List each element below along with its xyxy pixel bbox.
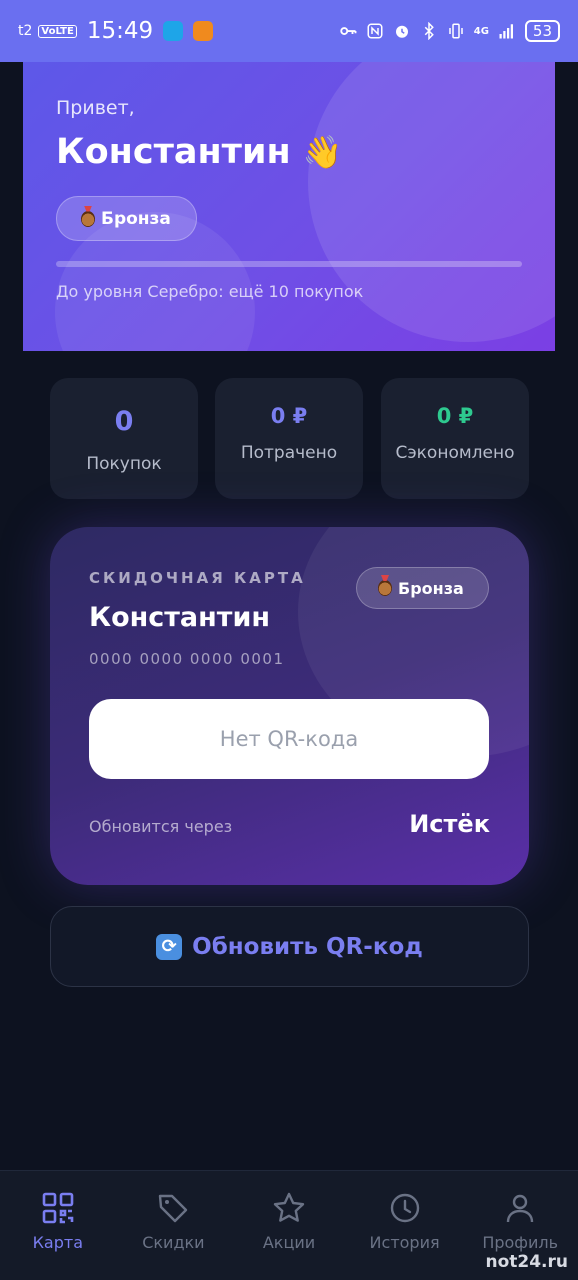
greeting-banner: Привет, Константин 👋 Бронза До уровня Се… [23,62,555,351]
bronze-medal-icon [81,210,95,227]
card-holder-name: Константин [89,602,271,633]
volte-badge: VoLTE [38,24,77,38]
carrier-label: t2 [18,23,33,39]
tier-badge: Бронза [56,196,197,241]
nav-item-discounts[interactable]: Скидки [116,1171,232,1280]
nav-label: Скидки [142,1233,205,1252]
tag-icon [159,1194,188,1223]
tier-label: Бронза [101,208,171,229]
bluetooth-icon [424,22,434,40]
discount-card: СКИДОЧНАЯ КАРТА Бронза Константин 0000 0… [50,527,529,885]
nfc-icon [367,23,383,39]
stat-saved: 0 ₽ Сэкономлено [381,378,529,499]
refresh-qr-label: Обновить QR-код [192,933,423,960]
vibrate-icon [448,23,463,39]
greeting-text: Привет, [56,97,135,119]
nav-item-promotions[interactable]: Акции [231,1171,347,1280]
level-progress-text: До уровня Серебро: ещё 10 покупок [56,282,364,301]
user-name-heading: Константин 👋 [56,132,343,172]
stat-label: Потрачено [240,443,338,463]
qr-expiry-status: Истёк [409,810,490,838]
refresh-qr-button[interactable]: ⟳ Обновить QR-код [50,906,529,987]
alarm-icon [395,25,408,38]
battery-indicator: 53 [524,20,560,42]
qr-icon [42,1192,74,1224]
wave-emoji: 👋 [302,133,343,171]
user-name: Константин [56,132,291,172]
star-icon [273,1192,305,1222]
qr-refresh-label: Обновится через [89,817,233,836]
stat-label: Сэкономлено [395,443,515,463]
refresh-icon: ⟳ [156,933,183,960]
nav-item-card[interactable]: Карта [0,1171,116,1280]
mail-notification-icon [193,21,214,41]
key-icon [340,27,357,35]
stat-label: Покупок [86,454,162,474]
nav-label: История [369,1233,440,1252]
network-type: 4G [473,25,489,37]
card-tier-badge: Бронза [356,567,489,609]
card-tier-label: Бронза [398,578,464,598]
nav-label: Профиль [482,1233,559,1252]
user-icon [506,1194,534,1223]
stat-value: 0 [114,406,134,437]
stat-value: 0 ₽ [436,404,474,428]
stat-value: 0 ₽ [270,404,308,428]
qr-code-area: Нет QR-кода [89,699,489,779]
nav-label: Карта [32,1233,84,1252]
watermark: not24.ru [485,1252,568,1272]
level-progress-bar [56,261,522,267]
bronze-medal-icon [378,580,392,596]
status-time: 15:49 [86,18,154,44]
nav-item-history[interactable]: История [347,1171,463,1280]
signal-icon [499,24,513,39]
status-bar: t2 VoLTE 15:49 4G 53 [0,0,578,62]
nav-label: Акции [262,1233,316,1252]
card-type-label: СКИДОЧНАЯ КАРТА [89,569,306,587]
clock-icon [390,1193,419,1223]
messenger-notification-icon [163,21,184,41]
stat-purchases: 0 Покупок [50,378,198,499]
card-number: 0000 0000 0000 0001 [89,650,285,668]
stat-spent: 0 ₽ Потрачено [215,378,363,499]
